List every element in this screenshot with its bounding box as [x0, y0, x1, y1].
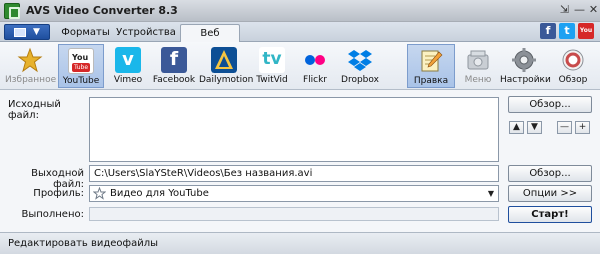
toolbar-favorites[interactable]: Избранное: [5, 44, 57, 88]
output-file-input[interactable]: C:\Users\SlaYSteR\Videos\Без названия.av…: [89, 165, 499, 182]
toolbar-help[interactable]: Обзор: [551, 44, 595, 88]
toolbar-label: TwitVid: [256, 75, 288, 85]
toolbar-label: Facebook: [152, 75, 196, 85]
remove-button[interactable]: —: [557, 121, 572, 134]
facebook-icon: f: [161, 47, 187, 73]
close-button[interactable]: ✕: [586, 3, 600, 17]
window-title: AVS Video Converter 8.3: [26, 4, 178, 17]
tab-row: ▼ Форматы Устройства Веб: [0, 22, 600, 42]
output-file-value: C:\Users\SlaYSteR\Videos\Без названия.av…: [94, 168, 313, 179]
status-text: Редактировать видеофайлы: [8, 238, 159, 249]
add-button[interactable]: +: [575, 121, 590, 134]
toolbar-label: Правка: [413, 76, 449, 86]
main-panel: Исходный файл: Обзор... ▲ ▼ — + Выходной…: [0, 90, 600, 232]
tab-devices[interactable]: Устройства: [116, 24, 176, 42]
tab-web[interactable]: Веб: [180, 24, 240, 42]
profile-value: Видео для YouTube: [110, 188, 209, 199]
title-bar: AVS Video Converter 8.3 ⇲ — ✕: [0, 0, 600, 22]
twitvid-icon: tv: [259, 47, 285, 73]
progress-label: Выполнено:: [21, 209, 84, 220]
move-down-button[interactable]: ▼: [527, 121, 542, 134]
star-icon: [17, 47, 43, 73]
youtube-icon[interactable]: You: [578, 23, 594, 39]
app-icon: [4, 3, 20, 19]
toolbar-vimeo[interactable]: v Vimeo: [106, 44, 150, 88]
twitter-icon[interactable]: t: [559, 23, 575, 39]
facebook-icon[interactable]: f: [540, 23, 556, 39]
dailymotion-icon: [211, 47, 237, 73]
toolbar-flickr[interactable]: Flickr: [295, 44, 335, 88]
pin-icon[interactable]: ⇲: [557, 3, 572, 17]
toolbar-facebook[interactable]: f Facebook: [151, 44, 197, 88]
vimeo-icon: v: [115, 47, 141, 73]
toolbar-youtube[interactable]: You Tube YouTube: [58, 44, 104, 88]
toolbar-edit[interactable]: Правка: [407, 44, 455, 88]
toolbar-label: Избранное: [5, 75, 57, 85]
toolbar-label: Flickr: [302, 75, 328, 85]
youtube-icon: You Tube: [68, 48, 94, 74]
toolbar-label: Dailymotion: [199, 75, 254, 85]
toolbar-label: Vimeo: [113, 75, 143, 85]
app-menu-button[interactable]: ▼: [4, 24, 50, 40]
flickr-icon: [305, 55, 325, 65]
progress-bar: [89, 207, 499, 221]
toolbar-label: Dropbox: [341, 75, 379, 85]
profile-label: Профиль:: [33, 188, 84, 199]
star-outline-icon: [93, 187, 106, 200]
toolbar-dailymotion[interactable]: Dailymotion: [199, 44, 254, 88]
status-bar: Редактировать видеофайлы: [0, 232, 600, 254]
browse-source-button[interactable]: Обзор...: [508, 96, 592, 113]
help-icon: [562, 49, 584, 71]
toolbar-dropbox[interactable]: Dropbox: [336, 44, 384, 88]
source-file-list[interactable]: [89, 97, 499, 162]
toolbar-menu[interactable]: Меню: [458, 44, 498, 88]
minimize-button[interactable]: —: [572, 3, 587, 17]
toolbar: Избранное You Tube YouTube v Vimeo f Fac…: [0, 42, 600, 90]
dropbox-icon: [348, 50, 372, 71]
move-up-button[interactable]: ▲: [509, 121, 524, 134]
output-file-label: Выходной файл:: [31, 168, 84, 190]
edit-icon: [421, 50, 443, 72]
toolbar-label: Настройки: [500, 75, 551, 85]
start-button[interactable]: Старт!: [508, 206, 592, 223]
toolbar-settings[interactable]: Настройки: [500, 44, 551, 88]
chevron-down-icon: ▼: [33, 27, 40, 37]
toolbar-label: YouTube: [62, 76, 100, 86]
browse-output-button[interactable]: Обзор...: [508, 165, 592, 182]
chevron-down-icon: ▼: [487, 189, 494, 198]
menu-icon: [467, 50, 489, 70]
toolbar-label: Меню: [464, 75, 492, 85]
options-button[interactable]: Опции >>: [508, 185, 592, 202]
toolbar-twitvid[interactable]: tv TwitVid: [251, 44, 293, 88]
tab-formats[interactable]: Форматы: [57, 24, 114, 42]
source-file-label: Исходный файл:: [8, 99, 61, 121]
window-grid-icon: [14, 28, 26, 37]
profile-select[interactable]: Видео для YouTube ▼: [89, 185, 499, 202]
gear-icon: [512, 48, 536, 72]
toolbar-label: Обзор: [558, 75, 588, 85]
